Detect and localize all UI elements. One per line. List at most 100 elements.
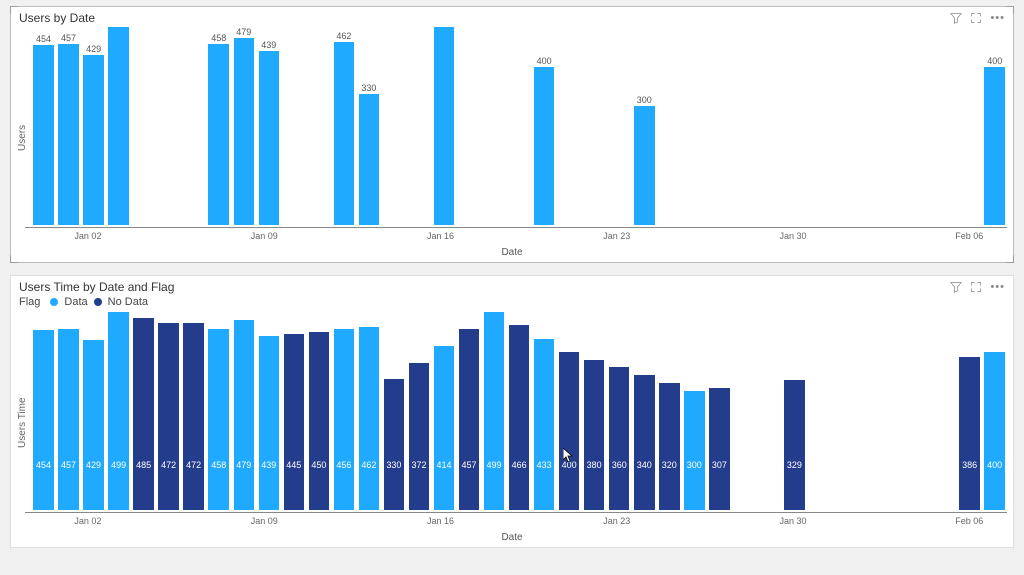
bar[interactable] bbox=[434, 27, 455, 225]
bar-slot bbox=[807, 312, 832, 510]
bar-slot: 485 bbox=[131, 312, 156, 510]
bar[interactable]: 458 bbox=[208, 329, 229, 510]
bar[interactable]: 340 bbox=[634, 375, 655, 510]
bar-slot: 330 bbox=[356, 27, 381, 225]
bar[interactable]: 450 bbox=[309, 332, 330, 510]
bar[interactable]: 372 bbox=[409, 363, 430, 510]
bar[interactable]: 485 bbox=[133, 318, 154, 510]
bar[interactable]: 330 bbox=[384, 379, 405, 510]
bar[interactable]: 380 bbox=[584, 360, 605, 510]
bar-value-label: 462 bbox=[336, 31, 351, 41]
bar-value-label: 457 bbox=[61, 33, 76, 43]
bar-slot bbox=[857, 312, 882, 510]
bar-value-label: 300 bbox=[637, 95, 652, 105]
bar-slot: 457 bbox=[457, 312, 482, 510]
bar[interactable]: 360 bbox=[609, 367, 630, 510]
focus-mode-icon[interactable] bbox=[970, 12, 982, 24]
bar-slot: 340 bbox=[632, 312, 657, 510]
bar-slot bbox=[957, 27, 982, 225]
bar-slot bbox=[281, 27, 306, 225]
bar[interactable]: 472 bbox=[183, 323, 204, 510]
bar-slot: 414 bbox=[432, 312, 457, 510]
bar[interactable] bbox=[208, 44, 229, 225]
chart-users-by-date[interactable]: Users by Date ••• Users 4544574294584794… bbox=[10, 6, 1014, 263]
bar[interactable] bbox=[634, 106, 655, 225]
bar[interactable] bbox=[58, 44, 79, 225]
bar-slot: 479 bbox=[231, 27, 256, 225]
x-tick-label: Jan 23 bbox=[603, 516, 630, 526]
x-tick-label: Jan 09 bbox=[251, 231, 278, 241]
legend-title: Flag bbox=[19, 296, 40, 308]
bar[interactable]: 457 bbox=[58, 329, 79, 510]
bar[interactable]: 439 bbox=[259, 336, 280, 510]
bar-slot bbox=[406, 27, 431, 225]
bar[interactable]: 499 bbox=[108, 312, 129, 510]
bar-slot: 400 bbox=[532, 27, 557, 225]
bar-value-label: 445 bbox=[284, 460, 305, 470]
bar[interactable]: 462 bbox=[359, 327, 380, 510]
bar-slot: 458 bbox=[206, 27, 231, 225]
bar-value-label: 458 bbox=[211, 33, 226, 43]
plot-area: 4544574294994854724724584794394454504564… bbox=[31, 312, 1007, 510]
bar[interactable]: 433 bbox=[534, 339, 555, 510]
bar[interactable]: 307 bbox=[709, 388, 730, 510]
bar-slot bbox=[757, 27, 782, 225]
bar[interactable] bbox=[534, 67, 555, 225]
bar-value-label: 372 bbox=[409, 460, 430, 470]
bar[interactable]: 499 bbox=[484, 312, 505, 510]
bar-slot bbox=[832, 27, 857, 225]
bar[interactable] bbox=[33, 45, 54, 225]
bar[interactable]: 472 bbox=[158, 323, 179, 510]
selection-handle[interactable] bbox=[1006, 255, 1014, 263]
selection-handle[interactable] bbox=[10, 6, 18, 14]
bar[interactable]: 386 bbox=[959, 357, 980, 510]
bar[interactable]: 466 bbox=[509, 325, 530, 510]
bar[interactable]: 454 bbox=[33, 330, 54, 510]
bar-slot: 372 bbox=[406, 312, 431, 510]
selection-handle[interactable] bbox=[1006, 6, 1014, 14]
bar-value-label: 439 bbox=[259, 460, 280, 470]
bar[interactable]: 329 bbox=[784, 380, 805, 510]
bar[interactable]: 479 bbox=[234, 320, 255, 510]
filter-icon[interactable] bbox=[950, 281, 962, 293]
bar[interactable] bbox=[108, 27, 129, 225]
bar[interactable]: 457 bbox=[459, 329, 480, 510]
bar[interactable] bbox=[984, 67, 1005, 225]
bar-value-label: 472 bbox=[158, 460, 179, 470]
selection-handle[interactable] bbox=[10, 255, 18, 263]
bar[interactable] bbox=[334, 42, 355, 225]
y-axis-label: Users Time bbox=[17, 312, 31, 510]
more-options-icon[interactable]: ••• bbox=[990, 281, 1005, 293]
bar[interactable]: 400 bbox=[559, 352, 580, 510]
bar-value-label: 329 bbox=[784, 460, 805, 470]
bar-value-label: 330 bbox=[384, 460, 405, 470]
chart-users-time-by-date-and-flag[interactable]: Users Time by Date and Flag ••• Flag Dat… bbox=[10, 275, 1014, 548]
bar[interactable]: 445 bbox=[284, 334, 305, 510]
filter-icon[interactable] bbox=[950, 12, 962, 24]
bar[interactable] bbox=[359, 94, 380, 225]
bar-slot: 439 bbox=[256, 27, 281, 225]
legend-label-nodata: No Data bbox=[108, 296, 148, 308]
x-tick-label: Jan 02 bbox=[74, 231, 101, 241]
bar-slot bbox=[682, 27, 707, 225]
bar[interactable]: 456 bbox=[334, 329, 355, 510]
bar[interactable] bbox=[259, 51, 280, 225]
bar-slot: 300 bbox=[632, 27, 657, 225]
bar-value-label: 457 bbox=[459, 460, 480, 470]
bar[interactable]: 320 bbox=[659, 383, 680, 510]
bar[interactable] bbox=[83, 55, 104, 225]
bar[interactable]: 429 bbox=[83, 340, 104, 510]
x-tick-label: Feb 06 bbox=[955, 516, 983, 526]
bar-slot: 320 bbox=[657, 312, 682, 510]
bar[interactable]: 400 bbox=[984, 352, 1005, 510]
bar[interactable] bbox=[234, 38, 255, 225]
bar-value-label: 360 bbox=[609, 460, 630, 470]
more-options-icon[interactable]: ••• bbox=[990, 12, 1005, 24]
bar-value-label: 300 bbox=[684, 460, 705, 470]
bar[interactable]: 414 bbox=[434, 346, 455, 510]
focus-mode-icon[interactable] bbox=[970, 281, 982, 293]
bar-slot bbox=[607, 27, 632, 225]
x-tick-label: Jan 02 bbox=[74, 516, 101, 526]
bar[interactable]: 300 bbox=[684, 391, 705, 510]
bar-value-label: 433 bbox=[534, 460, 555, 470]
